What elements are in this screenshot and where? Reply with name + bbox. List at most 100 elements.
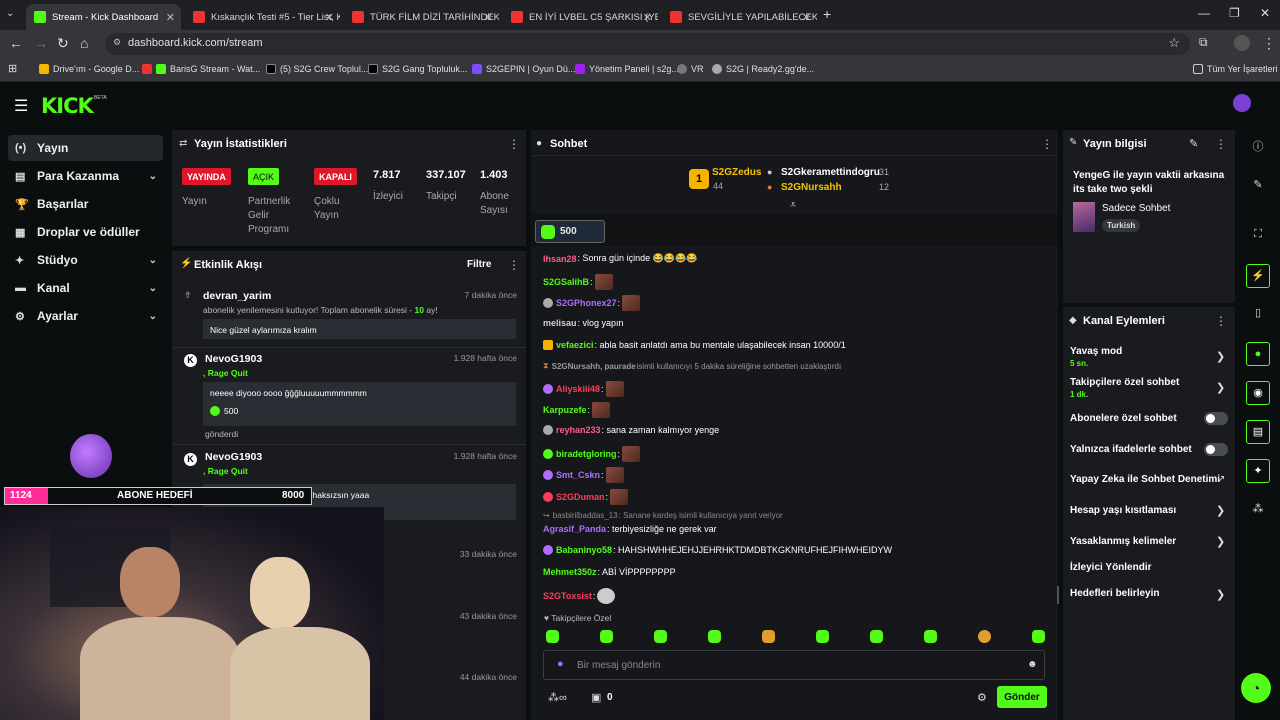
activity-username[interactable]: NevoG1903 — [205, 451, 262, 463]
help-support-icon[interactable]: ◔ — [1241, 673, 1271, 703]
tab-list-icon[interactable]: ⌄ — [6, 8, 14, 19]
bookmark-7[interactable]: VR — [677, 64, 704, 74]
chat-input[interactable]: ● Bir mesaj gönderin ☻ — [543, 650, 1045, 680]
category-name[interactable]: Sadece Sohbet — [1102, 203, 1170, 214]
sidebar-item-para-kazanma[interactable]: ▤ Para Kazanma ⌄ — [8, 163, 163, 189]
restore-icon[interactable]: ❐ — [1229, 6, 1240, 20]
chevron-right-icon[interactable]: ❯ — [1216, 504, 1225, 517]
site-info-icon[interactable]: ⚙ — [113, 37, 121, 48]
sidebar-item-yayin[interactable]: (•) Yayın — [8, 135, 163, 161]
emote-icon[interactable] — [654, 630, 667, 643]
send-button[interactable]: Gönder — [997, 686, 1047, 708]
raid-label[interactable]: İzleyici Yönlendir — [1070, 562, 1152, 573]
emote-icon[interactable] — [708, 630, 721, 643]
bookmark-6[interactable]: Yönetim Paneli | s2g... — [575, 64, 679, 74]
chat-settings-icon[interactable]: ⚙ — [977, 691, 987, 704]
activity-icon[interactable]: ▤ — [1246, 420, 1270, 444]
kick-logo[interactable]: KICK — [41, 94, 94, 118]
chevron-right-icon[interactable]: ❯ — [1216, 535, 1225, 548]
chat-message[interactable]: S2GSalihB: — [543, 274, 613, 290]
chat-message[interactable]: S2GDuman: — [543, 489, 629, 505]
more-options-icon[interactable]: ⋮ — [1215, 314, 1227, 328]
reload-icon[interactable]: ↻ — [57, 35, 69, 52]
ai-moderation-label[interactable]: Yapay Zeka ile Sohbet Denetimi — [1070, 474, 1220, 485]
bookmark-star-icon[interactable]: ☆ — [1168, 35, 1180, 51]
lightning-icon[interactable]: ⚡ — [1246, 264, 1270, 288]
emote-icon[interactable] — [546, 630, 559, 643]
emote-icon[interactable] — [600, 630, 613, 643]
emote-icon[interactable] — [1032, 630, 1045, 643]
chat-scrollbar[interactable] — [1057, 586, 1059, 604]
all-bookmarks[interactable]: Tüm Yer İşaretleri — [1193, 64, 1278, 74]
close-tab-icon[interactable]: ✕ — [484, 11, 493, 24]
chat-message[interactable]: Smt_Cskn: — [543, 467, 624, 483]
slow-mode-label[interactable]: Yavaş mod — [1070, 346, 1122, 357]
chat-message[interactable]: Ihsan28: Sonra gün içinde 😂😂😂😂 — [543, 253, 697, 264]
new-tab-icon[interactable]: + — [823, 6, 831, 22]
chevron-right-icon[interactable]: ❯ — [1216, 588, 1225, 601]
close-window-icon[interactable]: ✕ — [1260, 6, 1270, 20]
activity-username[interactable]: devran_yarim — [203, 290, 271, 302]
more-options-icon[interactable]: ⋮ — [1215, 137, 1227, 151]
chat-message[interactable]: melisau: vlog yapın — [543, 318, 624, 328]
document-icon[interactable]: ▯ — [1248, 306, 1268, 326]
more-options-icon[interactable]: ⋮ — [1041, 137, 1053, 151]
tab-5[interactable]: SEVGİLİYLE YAPILABİLECEK AK ✕ — [662, 4, 817, 30]
info-icon[interactable]: ⓘ — [1248, 138, 1268, 158]
close-tab-icon[interactable]: ✕ — [643, 11, 652, 24]
third-gifter-name[interactable]: S2GNursahh — [781, 182, 842, 193]
filter-button[interactable]: Filtre — [467, 259, 491, 270]
focus-icon[interactable]: ⛶ — [1248, 228, 1268, 248]
tools-icon[interactable]: ✦ — [1246, 459, 1270, 483]
chat-message[interactable]: Mehmet350z: ABİ VİPPPPPPPP — [543, 567, 676, 577]
url-field[interactable]: ⚙ dashboard.kick.com/stream ☆ — [105, 33, 1190, 55]
activity-username[interactable]: NevoG1903 — [205, 353, 262, 365]
close-tab-icon[interactable]: ✕ — [166, 11, 175, 24]
close-tab-icon[interactable]: ✕ — [325, 11, 334, 24]
bookmark-5[interactable]: S2GEPIN | Oyun Dü... — [472, 64, 575, 74]
home-icon[interactable]: ⌂ — [80, 35, 88, 51]
account-age-label[interactable]: Hesap yaşı kısıtlaması — [1070, 505, 1176, 516]
emoji-picker-icon[interactable]: ☻ — [1027, 659, 1038, 670]
sidebar-item-kanal[interactable]: ▬ Kanal ⌄ — [8, 275, 163, 301]
emote-icon[interactable] — [762, 630, 775, 643]
tab-2[interactable]: Kıskançlık Testi #5 - Tier List, Kı ✕ — [185, 4, 340, 30]
chevron-right-icon[interactable]: ❯ — [1216, 350, 1225, 363]
back-icon[interactable]: ← — [9, 35, 23, 51]
sidebar-item-studyo[interactable]: ✦ Stüdyo ⌄ — [8, 247, 163, 273]
emote-only-toggle[interactable] — [1204, 443, 1228, 456]
bookmark-4[interactable]: S2G Gang Topluluk... — [368, 64, 467, 74]
microphone-icon[interactable]: ● — [557, 658, 564, 670]
emote-icon[interactable] — [978, 630, 991, 643]
banned-words-label[interactable]: Yasaklanmış kelimeler — [1070, 536, 1176, 547]
community-icon[interactable]: ⁂ — [1248, 502, 1268, 522]
chat-message[interactable]: vefaezici: abla basit anlatdı ama bu men… — [543, 340, 846, 350]
external-link-icon[interactable]: ↗ — [1217, 474, 1225, 485]
sidebar-item-ayarlar[interactable]: ⚙ Ayarlar ⌄ — [8, 303, 163, 329]
edit-pencil-icon[interactable]: ✎ — [1189, 137, 1198, 150]
chat-message[interactable]: S2GPhonex27: — [543, 295, 641, 311]
more-options-icon[interactable]: ⋮ — [508, 258, 520, 272]
chat-message[interactable]: Agrasif_Panda: terbiyesizliğe ne gerek v… — [543, 524, 717, 534]
top-gifter-name[interactable]: S2GZedus — [712, 167, 761, 178]
bookmark-2[interactable]: BarisG Stream - Wat... — [142, 64, 260, 74]
emote-icon[interactable] — [924, 630, 937, 643]
forward-icon[interactable]: → — [34, 35, 48, 51]
broadcast-icon[interactable]: ◉ — [1246, 381, 1270, 405]
chat-message[interactable]: S2GToxsist: — [543, 588, 616, 604]
tab-4[interactable]: EN İYİ LVBEL C5 ŞARKISI (YENİ) ✕ — [503, 4, 658, 30]
community-icon[interactable]: ⁂∞ — [548, 691, 567, 704]
followers-only-chat-label[interactable]: Takipçilere özel sohbet — [1070, 377, 1179, 388]
pencil-icon[interactable]: ✎ — [1248, 178, 1268, 198]
bookmark-8[interactable]: S2G | Ready2.gg'de... — [712, 64, 814, 74]
expand-chevron-icon[interactable]: ⩡ — [790, 199, 796, 212]
hamburger-menu-icon[interactable]: ☰ — [14, 96, 28, 116]
points-icon[interactable]: ▣ — [591, 691, 601, 704]
user-avatar[interactable] — [1233, 94, 1251, 112]
bookmark-3[interactable]: (5) S2G Crew Toplul... — [266, 64, 368, 74]
browser-menu-icon[interactable]: ⋮ — [1262, 35, 1276, 52]
bookmark-1[interactable]: Drive'ım - Google D... — [39, 64, 139, 74]
tab-stream-dashboard[interactable]: Stream - Kick Dashboard ✕ — [26, 4, 181, 30]
subscribers-only-toggle[interactable] — [1204, 412, 1228, 425]
second-gifter-name[interactable]: S2Gkeramettindogru — [781, 167, 880, 178]
